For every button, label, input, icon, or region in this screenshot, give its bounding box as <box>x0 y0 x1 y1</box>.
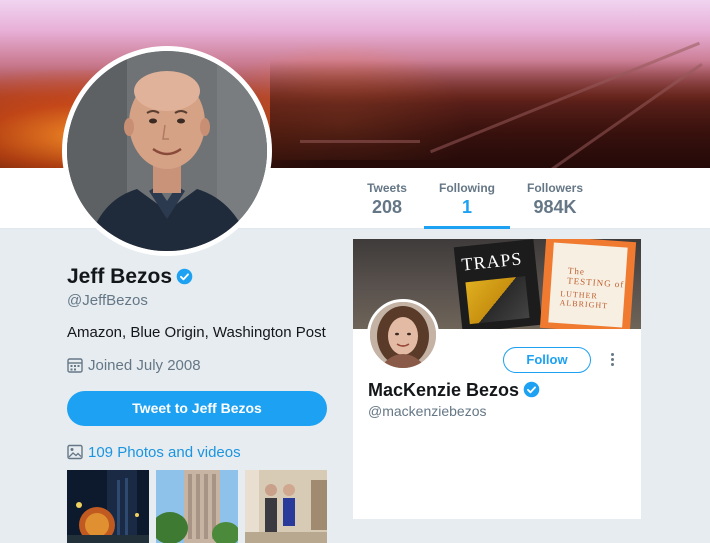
verified-badge-icon <box>176 268 193 285</box>
active-tab-indicator <box>424 226 510 229</box>
more-options-icon[interactable] <box>607 351 617 371</box>
banner-building <box>270 60 710 168</box>
banner-book-testing: The TESTING of LUTHER ALBRIGHT <box>539 239 637 329</box>
follow-button[interactable]: Follow <box>503 347 591 373</box>
profile-handle[interactable]: @JeffBezos <box>67 292 148 309</box>
banner-beam <box>300 140 420 143</box>
book-subtitle: LUTHER ALBRIGHT <box>559 289 609 311</box>
stat-followers-value: 984K <box>533 197 577 217</box>
stat-following-value: 1 <box>461 197 472 217</box>
profile-name-text: Jeff Bezos <box>67 265 173 288</box>
avatar-portrait <box>67 51 267 251</box>
media-thumbnail[interactable] <box>156 470 238 543</box>
media-thumbnail[interactable] <box>67 470 149 543</box>
stat-following[interactable]: Following 1 <box>424 168 510 229</box>
profile-avatar[interactable] <box>62 46 272 256</box>
thumbnail-image <box>67 470 149 543</box>
tweet-to-button[interactable]: Tweet to Jeff Bezos <box>67 391 327 426</box>
banner-book-traps: TRAPS <box>453 239 543 329</box>
stat-following-label: Following <box>439 181 495 195</box>
profile-joined: Joined July 2008 <box>67 357 201 374</box>
card-user-handle[interactable]: @mackenziebezos <box>368 403 487 419</box>
stat-tweets-value: 208 <box>371 197 403 217</box>
photos-link-text: 109 Photos and videos <box>88 444 241 461</box>
book-cover: The TESTING of LUTHER ALBRIGHT <box>548 242 628 328</box>
profile-joined-text: Joined July 2008 <box>88 357 201 374</box>
stat-tweets[interactable]: Tweets 208 <box>357 168 417 229</box>
card-avatar[interactable] <box>367 299 439 371</box>
book-title: TRAPS <box>460 248 524 275</box>
stat-followers-label: Followers <box>526 181 583 195</box>
calendar-icon <box>67 358 83 373</box>
following-user-card[interactable]: TRAPS The TESTING of LUTHER ALBRIGHT Fol… <box>353 239 641 519</box>
book-art <box>465 276 530 325</box>
stat-tweets-label: Tweets <box>367 181 407 195</box>
profile-name: Jeff Bezos <box>67 265 193 289</box>
verified-badge-icon <box>523 381 540 398</box>
photos-and-videos-link[interactable]: 109 Photos and videos <box>67 444 241 461</box>
card-user-name-text: MacKenzie Bezos <box>368 380 520 400</box>
profile-bio: Amazon, Blue Origin, Washington Post <box>67 324 326 341</box>
media-thumbnail[interactable] <box>245 470 327 543</box>
card-user-name[interactable]: MacKenzie Bezos <box>368 380 540 401</box>
stat-followers[interactable]: Followers 984K <box>520 168 590 229</box>
thumbnail-image <box>156 470 238 543</box>
thumbnail-image <box>245 470 327 543</box>
book-title: The TESTING of <box>566 265 625 290</box>
image-icon <box>67 444 83 460</box>
card-avatar-portrait <box>370 302 436 368</box>
